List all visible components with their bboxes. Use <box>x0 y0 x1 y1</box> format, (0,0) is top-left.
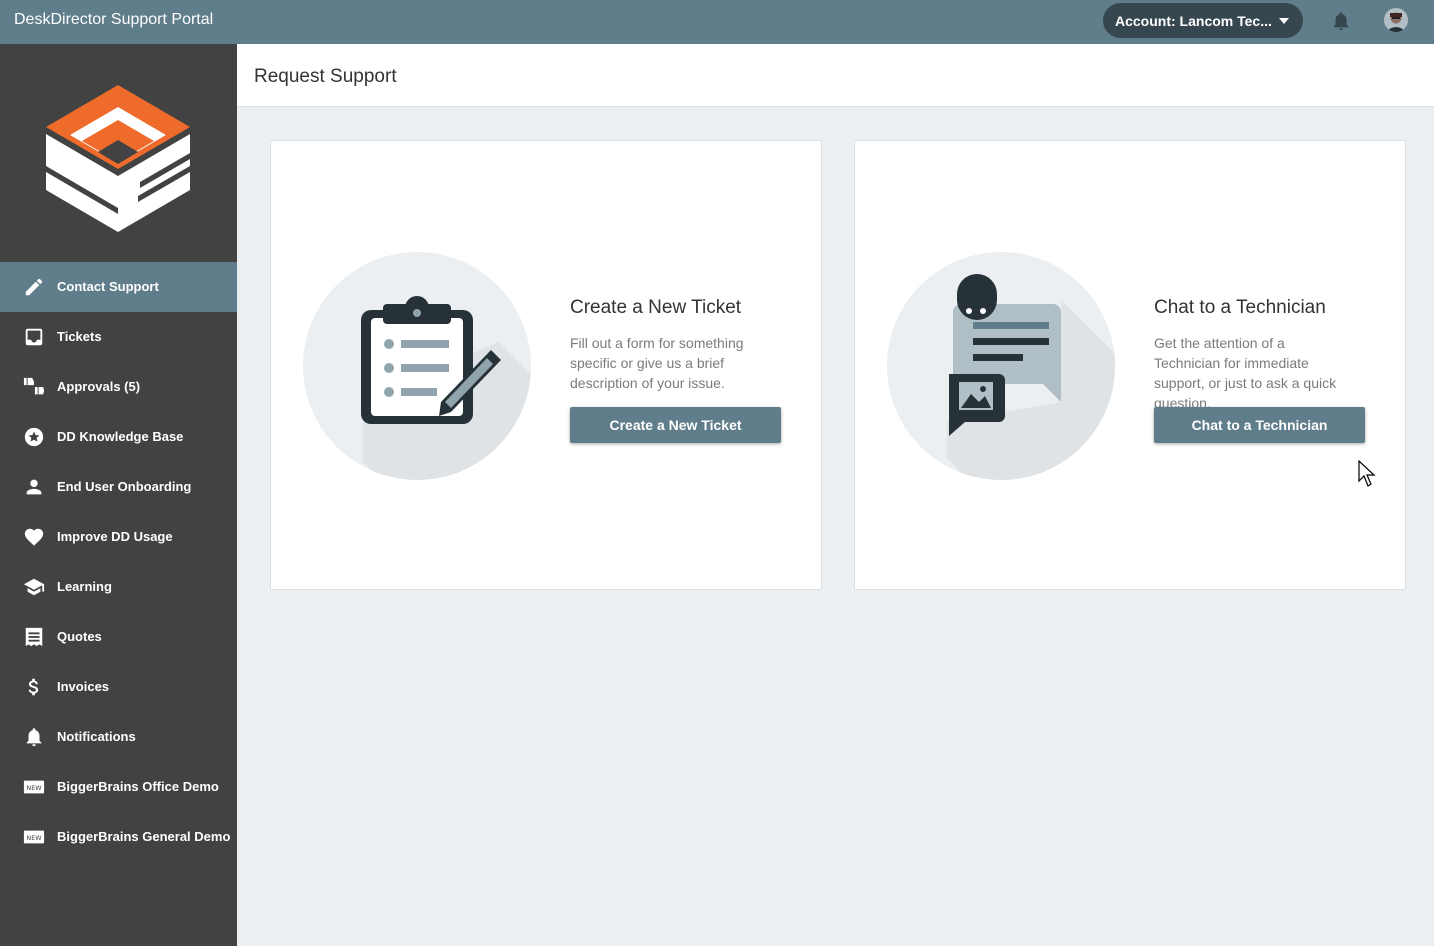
person-icon <box>26 479 42 495</box>
chat-icon <box>887 252 1115 480</box>
sidebar-item-label: Quotes <box>57 629 102 644</box>
sidebar-item-label: End User Onboarding <box>57 479 192 494</box>
sidebar-item-label: BiggerBrains General Demo <box>57 829 231 844</box>
bell-icon <box>26 728 42 747</box>
account-selector[interactable]: Account: Lancom Tec... <box>1103 3 1303 38</box>
app-title: DeskDirector Support Portal <box>14 11 214 28</box>
sidebar: Contact Support Tickets Approvals (5) DD… <box>0 44 237 946</box>
chevron-down-icon <box>1279 18 1289 24</box>
sidebar-item-quotes[interactable]: Quotes <box>0 612 237 662</box>
star-badge-icon <box>24 427 44 447</box>
card-description: Fill out a form for something specific o… <box>570 335 744 391</box>
receipt-icon <box>25 627 43 647</box>
mouse-cursor-icon <box>1358 460 1376 487</box>
page-header: Request Support <box>237 44 1434 107</box>
sidebar-item-invoices[interactable]: Invoices <box>0 662 237 712</box>
create-ticket-button[interactable]: Create a New Ticket <box>570 407 781 443</box>
card-description: Get the attention of a Technician for im… <box>1154 335 1337 411</box>
sidebar-item-biggerbrains-general-demo[interactable]: NEW BiggerBrains General Demo <box>0 812 237 862</box>
chat-technician-card: Chat to a Technician Get the attention o… <box>854 140 1406 590</box>
inbox-icon <box>25 328 43 346</box>
page-title: Request Support <box>254 66 397 87</box>
sidebar-item-biggerbrains-office-demo[interactable]: NEW BiggerBrains Office Demo <box>0 762 237 812</box>
create-ticket-card: Create a New Ticket Fill out a form for … <box>270 140 822 590</box>
bell-icon[interactable] <box>1330 10 1352 32</box>
avatar[interactable] <box>1384 8 1408 32</box>
sidebar-item-tickets[interactable]: Tickets <box>0 312 237 362</box>
sidebar-item-notifications[interactable]: Notifications <box>0 712 237 762</box>
svg-text:NEW: NEW <box>26 834 42 842</box>
sidebar-item-end-user-onboarding[interactable]: End User Onboarding <box>0 462 237 512</box>
svg-text:NEW: NEW <box>26 784 42 792</box>
card-title: Chat to a Technician <box>1154 297 1326 318</box>
clipboard-icon <box>303 252 531 480</box>
sidebar-item-label: Notifications <box>57 729 136 744</box>
sidebar-item-label: Invoices <box>57 679 110 694</box>
account-label: Account: Lancom Tec... <box>1115 12 1272 29</box>
sidebar-item-label: Tickets <box>57 329 102 344</box>
sidebar-item-label: Approvals (5) <box>57 379 141 394</box>
dollar-icon <box>28 678 39 696</box>
sidebar-item-approvals[interactable]: Approvals (5) <box>0 362 237 412</box>
sidebar-item-learning[interactable]: Learning <box>0 562 237 612</box>
sidebar-item-improve-dd-usage[interactable]: Improve DD Usage <box>0 512 237 562</box>
sidebar-item-label: Learning <box>57 579 112 594</box>
heart-icon <box>24 528 44 546</box>
graduation-cap-icon <box>23 578 45 596</box>
pencil-icon <box>25 278 43 296</box>
card-title: Create a New Ticket <box>570 297 742 318</box>
sidebar-item-label: Contact Support <box>57 279 159 294</box>
sidebar-item-label: Improve DD Usage <box>57 529 173 544</box>
sidebar-item-label: DD Knowledge Base <box>57 429 184 444</box>
sidebar-nav: Contact Support Tickets Approvals (5) DD… <box>0 262 237 862</box>
chat-technician-button[interactable]: Chat to a Technician <box>1154 407 1365 443</box>
deskdirector-logo <box>46 85 190 232</box>
sidebar-item-label: BiggerBrains Office Demo <box>57 779 219 794</box>
top-bar: DeskDirector Support Portal Account: Lan… <box>0 0 1434 44</box>
new-badge-icon: NEW <box>23 780 45 794</box>
new-badge-icon: NEW <box>23 830 45 844</box>
thumbs-icon <box>23 377 45 395</box>
sidebar-item-contact-support[interactable]: Contact Support <box>0 262 237 312</box>
sidebar-item-dd-knowledge-base[interactable]: DD Knowledge Base <box>0 412 237 462</box>
